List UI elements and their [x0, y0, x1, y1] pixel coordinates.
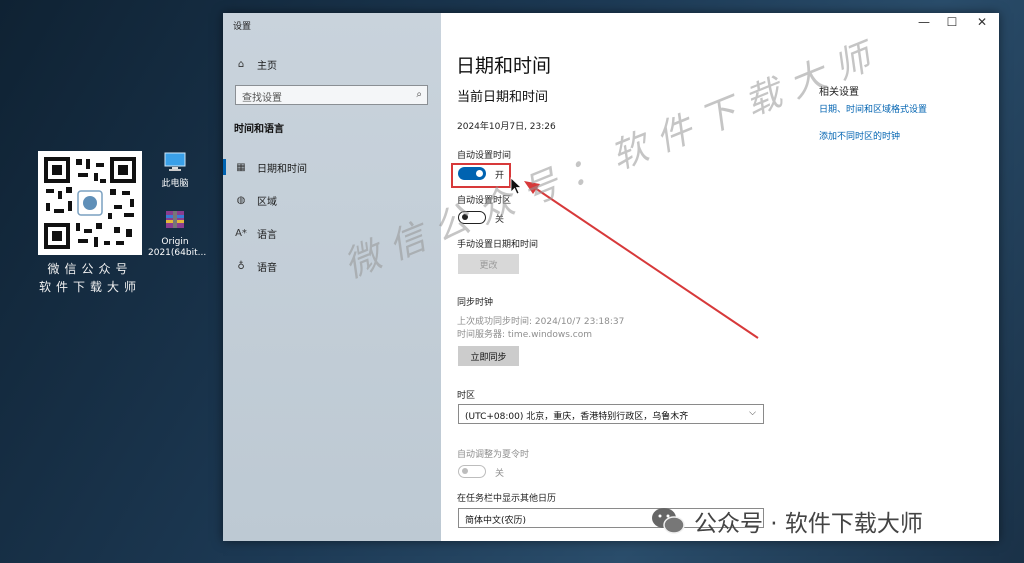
time-server: 时间服务器: time.windows.com	[457, 330, 593, 340]
archive-icon	[148, 208, 202, 234]
brand-text: 公众号 · 软件下载大师	[694, 511, 923, 537]
brand-footer: 公众号 · 软件下载大师	[650, 504, 923, 538]
sidebar-item-date-time[interactable]: ▦ 日期和时间	[223, 154, 441, 180]
last-sync-time: 上次成功同步时间: 2024/10/7 23:18:37	[457, 317, 625, 327]
sync-now-button[interactable]: 立即同步	[458, 346, 519, 366]
qr-code	[38, 151, 142, 255]
timezone-value: (UTC+08:00) 北京，重庆，香港特别行政区，乌鲁木齐	[465, 412, 689, 422]
home-icon: ⌂	[237, 58, 245, 70]
monitor-icon	[148, 152, 202, 176]
timezone-select[interactable]: (UTC+08:00) 北京，重庆，香港特别行政区，乌鲁木齐 ⌵	[458, 404, 764, 424]
dst-toggle[interactable]	[458, 465, 486, 478]
sync-clock-label: 同步时钟	[457, 298, 494, 308]
search-placeholder: 查找设置	[242, 93, 282, 104]
desktop-icon-origin[interactable]: Origin 2021(64bit...	[148, 208, 207, 259]
settings-window: 设置 ⌂ 主页 查找设置 ⌕ 时间和语言 ▦ 日期和时间 ◍ 区域 A* 语言 …	[223, 13, 999, 541]
calendar-value: 简体中文(农历)	[465, 516, 527, 526]
link-region-formats[interactable]: 日期、时间和区域格式设置	[819, 102, 927, 115]
timezone-label: 时区	[457, 391, 476, 401]
dst-state: 关	[495, 469, 505, 479]
sidebar-item-label: 区域	[257, 196, 277, 208]
change-button[interactable]: 更改	[458, 254, 519, 274]
calendar-clock-icon: ▦	[236, 161, 246, 173]
link-add-clocks[interactable]: 添加不同时区的时钟	[819, 129, 900, 142]
qr-caption-line2: 软件下载大师	[38, 280, 141, 294]
search-icon: ⌕	[416, 89, 422, 100]
microphone-icon: ♁	[237, 260, 245, 272]
page-title: 日期和时间	[456, 55, 552, 77]
search-input[interactable]: 查找设置 ⌕	[235, 85, 428, 105]
globe-icon: ◍	[236, 194, 246, 206]
sidebar: 设置 ⌂ 主页 查找设置 ⌕ 时间和语言 ▦ 日期和时间 ◍ 区域 A* 语言 …	[223, 13, 441, 541]
dst-label: 自动调整为夏令时	[457, 450, 530, 460]
desktop-icon-label: 此电脑	[161, 179, 189, 189]
wechat-icon	[650, 506, 686, 536]
minimize-button[interactable]: —	[909, 15, 939, 29]
desktop-icon-label: Origin 2021(64bit...	[148, 237, 207, 258]
qr-caption-line1: 微信公众号	[47, 262, 133, 276]
desktop-icon-this-pc[interactable]: 此电脑	[148, 152, 202, 190]
sidebar-item-label: 主页	[257, 60, 277, 72]
section-header: 时间和语言	[234, 124, 284, 135]
window-title: 设置	[233, 22, 252, 32]
section-title: 当前日期和时间	[457, 90, 549, 105]
sidebar-item-label: 语言	[257, 229, 277, 241]
other-calendar-label: 在任务栏中显示其他日历	[457, 494, 557, 504]
sidebar-item-label: 日期和时间	[257, 163, 307, 175]
current-datetime: 2024年10月7日, 23:26	[457, 122, 556, 132]
language-icon: A*	[235, 227, 247, 239]
auto-time-label: 自动设置时间	[457, 151, 512, 161]
chevron-down-icon: ⌵	[749, 408, 756, 418]
close-button[interactable]: ✕	[967, 15, 997, 29]
maximize-button[interactable]: ☐	[937, 15, 967, 29]
sidebar-item-label: 语音	[257, 262, 277, 274]
sidebar-item-home[interactable]: ⌂ 主页	[223, 51, 441, 77]
